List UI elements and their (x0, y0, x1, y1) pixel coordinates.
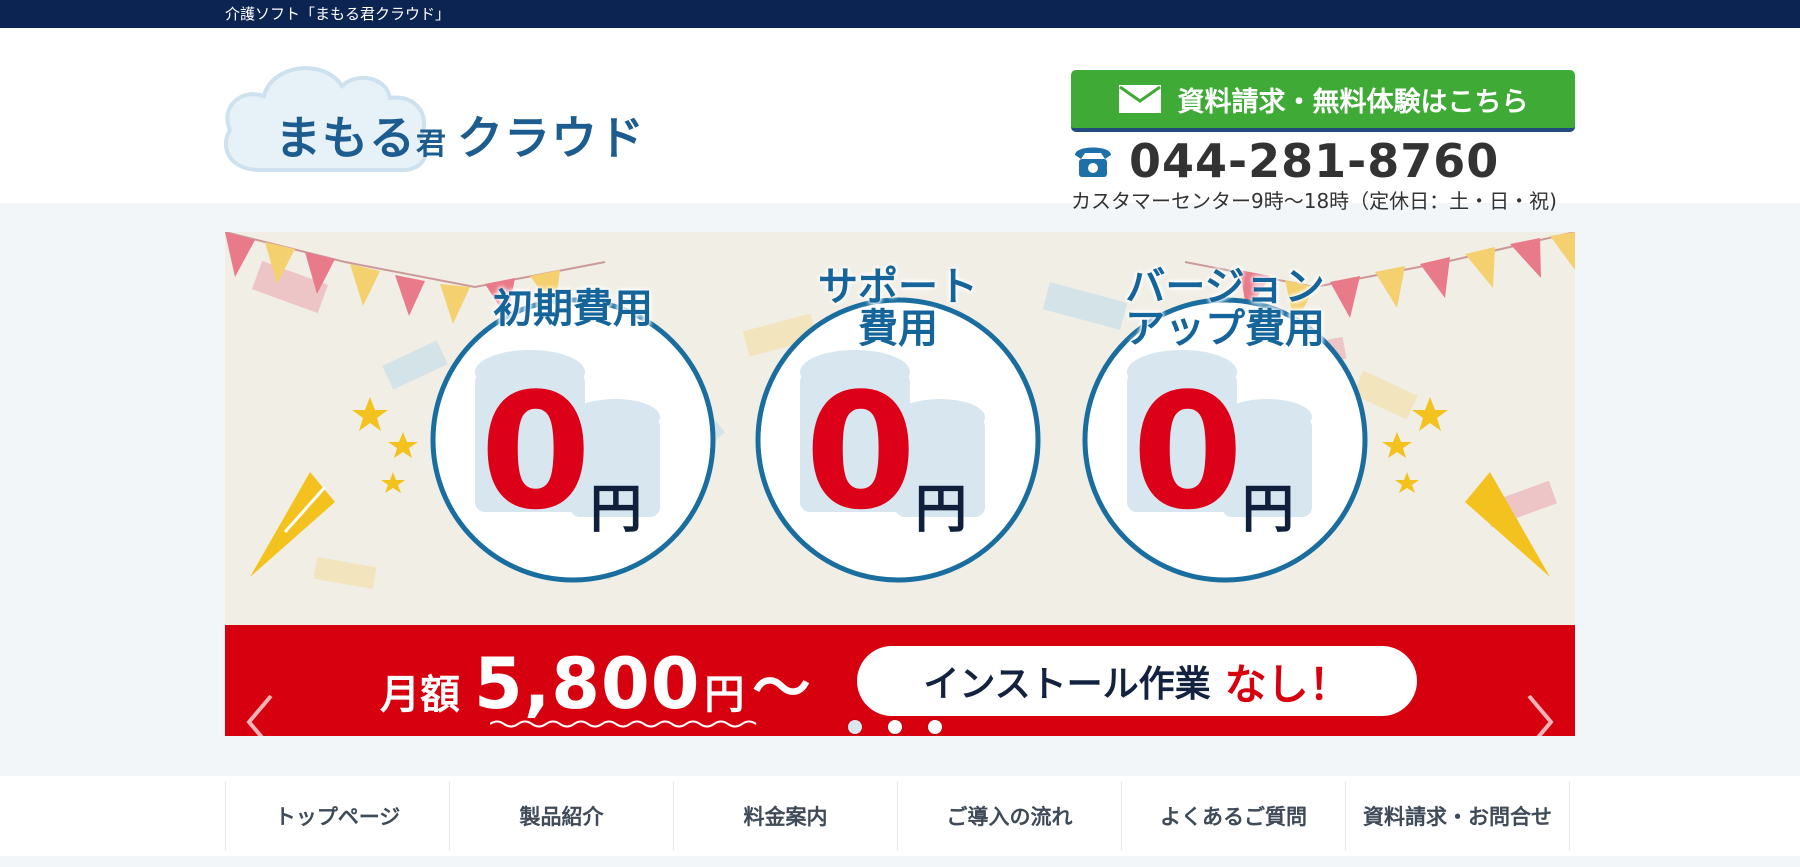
yen-unit: 円 (915, 480, 968, 540)
slider-prev-arrow-icon[interactable] (243, 692, 277, 736)
nav-item-top-page[interactable]: トップページ (225, 782, 449, 850)
customer-center-hours: カスタマーセンター9時〜18時（定休日：土・日・祝) (1071, 189, 1557, 213)
yen-unit: 円 (1242, 480, 1295, 540)
site-header: まもる君 クラウド 資料請求・無料体験はこちら 044-281-8760 カスタマ… (0, 28, 1800, 213)
phone-number[interactable]: 044-281-8760 (1071, 134, 1500, 188)
cta-label: 資料請求・無料体験はこちら (1177, 86, 1529, 118)
site-logo[interactable]: まもる君 クラウド (220, 58, 644, 178)
wavy-underline (490, 720, 757, 728)
no-install-pill: インストール作業 なし！ (857, 646, 1417, 716)
coin-label: サポート (818, 264, 978, 310)
nav-item-products[interactable]: 製品紹介 (449, 782, 673, 850)
top-strip: 介護ソフト「まもる君クラウド」 (0, 0, 1800, 28)
hero-slider[interactable]: 初期費用 0 円 サポート 費用 0 円 バージョン アップ費用 0 円 月額 … (225, 232, 1575, 736)
slider-dot[interactable] (848, 720, 862, 734)
global-nav: トップページ 製品紹介 料金案内 ご導入の流れ よくあるご質問 資料請求・お問合… (0, 776, 1800, 856)
coin-label: 費用 (858, 306, 938, 352)
phone-number-text: 044-281-8760 (1129, 134, 1500, 188)
request-materials-button[interactable]: 資料請求・無料体験はこちら (1071, 70, 1575, 132)
slider-next-arrow-icon[interactable] (1523, 692, 1557, 736)
telephone-icon (1075, 147, 1111, 177)
mail-icon (1118, 85, 1161, 113)
nav-item-introduction-flow[interactable]: ご導入の流れ (897, 782, 1121, 850)
site-tagline: 介護ソフト「まもる君クラウド」 (225, 5, 451, 23)
slider-dot[interactable] (928, 720, 942, 734)
nav-item-pricing[interactable]: 料金案内 (673, 782, 897, 850)
coin-label: アップ費用 (1125, 306, 1325, 352)
logo-wordmark: まもる君 クラウド (275, 111, 645, 165)
yen-unit: 円 (590, 480, 643, 540)
slider-pagination (848, 720, 942, 734)
zero-amount: 0 (480, 358, 592, 545)
nav-item-faq[interactable]: よくあるご質問 (1121, 782, 1345, 850)
page-bottom-strip (0, 856, 1800, 867)
zero-amount: 0 (1132, 358, 1244, 545)
coin-label: バージョン (1125, 264, 1325, 310)
zero-amount: 0 (805, 358, 917, 545)
nav-item-contact[interactable]: 資料請求・お問合せ (1345, 782, 1570, 850)
monthly-price: 月額 5,800 円 〜 (380, 643, 811, 725)
initial-cost-badge: 初期費用 0 円 (430, 289, 716, 603)
coin-label: 初期費用 (493, 286, 653, 332)
slider-dot[interactable] (888, 720, 902, 734)
support-cost-badge: サポート 費用 0 円 (755, 267, 1041, 603)
version-up-cost-badge: バージョン アップ費用 0 円 (1082, 267, 1368, 603)
